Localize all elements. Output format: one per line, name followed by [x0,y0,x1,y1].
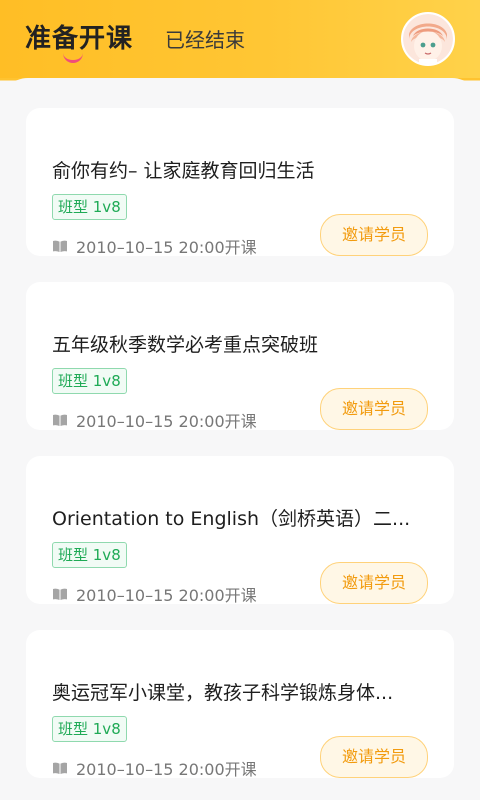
class-type-badge: 班型 1v8 [52,716,127,742]
invite-students-button[interactable]: 邀请学员 [320,214,428,256]
avatar[interactable] [401,12,455,66]
course-title: 俞你有约– 让家庭教育回归生活 [52,160,315,182]
header-bar: 准备开课 已经结束 [0,0,480,78]
book-icon [53,240,67,252]
course-time: 2010–10–15 20:00开课 [76,412,257,431]
course-card[interactable]: Orientation to English（剑桥英语）二... 班型 1v8 … [26,456,454,606]
course-title: Orientation to English（剑桥英语）二... [52,508,411,530]
book-icon [53,414,67,426]
course-time-row: 2010–10–15 20:00开课 [52,234,257,258]
invite-students-button[interactable]: 邀请学员 [320,562,428,604]
course-card[interactable]: 俞你有约– 让家庭教育回归生活 班型 1v8 2010–10–15 20:00开… [26,108,454,258]
course-time: 2010–10–15 20:00开课 [76,760,257,779]
course-card[interactable]: 五年级秋季数学必考重点突破班 班型 1v8 2010–10–15 20:00开课… [26,282,454,432]
course-time: 2010–10–15 20:00开课 [76,586,257,605]
course-time-row: 2010–10–15 20:00开课 [52,582,257,606]
book-icon [53,588,67,600]
course-card[interactable]: 奥运冠军小课堂，教孩子科学锻炼身体... 班型 1v8 2010–10–15 2… [26,630,454,780]
invite-students-button[interactable]: 邀请学员 [320,388,428,430]
course-time-row: 2010–10–15 20:00开课 [52,408,257,432]
invite-students-button[interactable]: 邀请学员 [320,736,428,778]
course-time-row: 2010–10–15 20:00开课 [52,756,257,780]
class-type-badge: 班型 1v8 [52,368,127,394]
class-type-badge: 班型 1v8 [52,194,127,220]
class-type-badge: 班型 1v8 [52,542,127,568]
book-icon [53,762,67,774]
tab-indicator [63,50,83,63]
course-title: 五年级秋季数学必考重点突破班 [52,334,319,356]
course-title: 奥运冠军小课堂，教孩子科学锻炼身体... [52,682,394,704]
course-time: 2010–10–15 20:00开课 [76,238,257,257]
tab-finished[interactable]: 已经结束 [165,24,245,53]
